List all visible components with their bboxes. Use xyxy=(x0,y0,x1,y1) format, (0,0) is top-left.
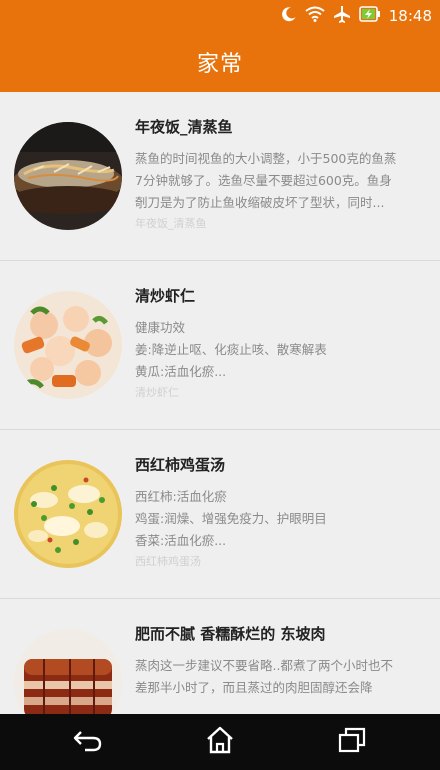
list-item[interactable]: 年夜饭_清蒸鱼 蒸鱼的时间视鱼的大小调整，小于500克的鱼蒸 7分钟就够了。选鱼… xyxy=(0,92,440,261)
item-title: 年夜饭_清蒸鱼 xyxy=(135,118,233,136)
desc-line: 蒸鱼的时间视鱼的大小调整，小于500克的鱼蒸 xyxy=(135,151,397,166)
desc-line: 7分钟就够了。选鱼尽量不要超过600克。鱼身 xyxy=(135,173,392,188)
desc-line: 黄瓜:活血化瘀... xyxy=(135,364,227,379)
wifi-icon xyxy=(305,6,325,26)
recipe-thumbnail xyxy=(14,629,122,714)
recents-icon xyxy=(338,727,366,757)
recipe-thumbnail xyxy=(14,291,122,399)
recipe-list[interactable]: 年夜饭_清蒸鱼 蒸鱼的时间视鱼的大小调整，小于500克的鱼蒸 7分钟就够了。选鱼… xyxy=(0,92,440,714)
status-time: 18:48 xyxy=(388,7,432,25)
status-bar: 18:48 xyxy=(0,0,440,32)
item-description: 蒸肉这一步建议不要省略..都煮了两个小时也不 差那半小时了，而且蒸过的肉胆固醇还… xyxy=(135,655,424,699)
desc-line: 蒸肉这一步建议不要省略..都煮了两个小时也不 xyxy=(135,658,393,673)
status-icons: 18:48 xyxy=(281,0,432,32)
system-nav-bar xyxy=(0,714,440,770)
home-button[interactable] xyxy=(190,714,250,770)
item-title: 西红柿鸡蛋汤 xyxy=(135,456,226,474)
item-title: 清炒虾仁 xyxy=(135,287,196,305)
item-description: 西红柿:活血化瘀 鸡蛋:润燥、增强免疫力、护眼明目 香菜:活血化瘀... xyxy=(135,486,424,552)
item-description: 蒸鱼的时间视鱼的大小调整，小于500克的鱼蒸 7分钟就够了。选鱼尽量不要超过60… xyxy=(135,148,424,214)
desc-line: 鸡蛋:润燥、增强免疫力、护眼明目 xyxy=(135,511,327,526)
app-bar: 家常 xyxy=(0,32,440,92)
item-title: 肥而不腻 香糯酥烂的 东坡肉 xyxy=(135,625,326,643)
item-description: 健康功效 姜:降逆止呕、化痰止咳、散寒解表 黄瓜:活血化瘀... xyxy=(135,317,424,383)
list-item[interactable]: 西红柿鸡蛋汤 西红柿:活血化瘀 鸡蛋:润燥、增强免疫力、护眼明目 香菜:活血化瘀… xyxy=(0,430,440,599)
airplane-icon xyxy=(333,5,351,27)
battery-charging-icon xyxy=(358,5,381,27)
page-title: 家常 xyxy=(196,52,243,77)
recents-button[interactable] xyxy=(322,714,382,770)
recipe-thumbnail xyxy=(14,122,122,230)
recipe-thumbnail xyxy=(14,460,122,568)
item-tag: 年夜饭_清蒸鱼 xyxy=(135,217,207,230)
item-tag: 清炒虾仁 xyxy=(135,386,179,399)
moon-icon xyxy=(281,6,297,26)
back-button[interactable] xyxy=(58,714,118,770)
desc-line: 姜:降逆止呕、化痰止咳、散寒解表 xyxy=(135,342,327,357)
back-icon xyxy=(73,728,103,756)
desc-line: 香菜:活血化瘀... xyxy=(135,533,227,548)
list-item[interactable]: 清炒虾仁 健康功效 姜:降逆止呕、化痰止咳、散寒解表 黄瓜:活血化瘀... 清炒… xyxy=(0,261,440,430)
item-tag: 西红柿鸡蛋汤 xyxy=(135,555,201,568)
desc-line: 西红柿:活血化瘀 xyxy=(135,489,227,504)
desc-line: 差那半小时了，而且蒸过的肉胆固醇还会降 xyxy=(135,680,373,695)
list-item[interactable]: 肥而不腻 香糯酥烂的 东坡肉 蒸肉这一步建议不要省略..都煮了两个小时也不 差那… xyxy=(0,599,440,714)
desc-line: 健康功效 xyxy=(135,320,186,335)
desc-line: 剞刀是为了防止鱼收缩破皮坏了型状，同时... xyxy=(135,195,385,210)
home-icon xyxy=(205,726,235,758)
